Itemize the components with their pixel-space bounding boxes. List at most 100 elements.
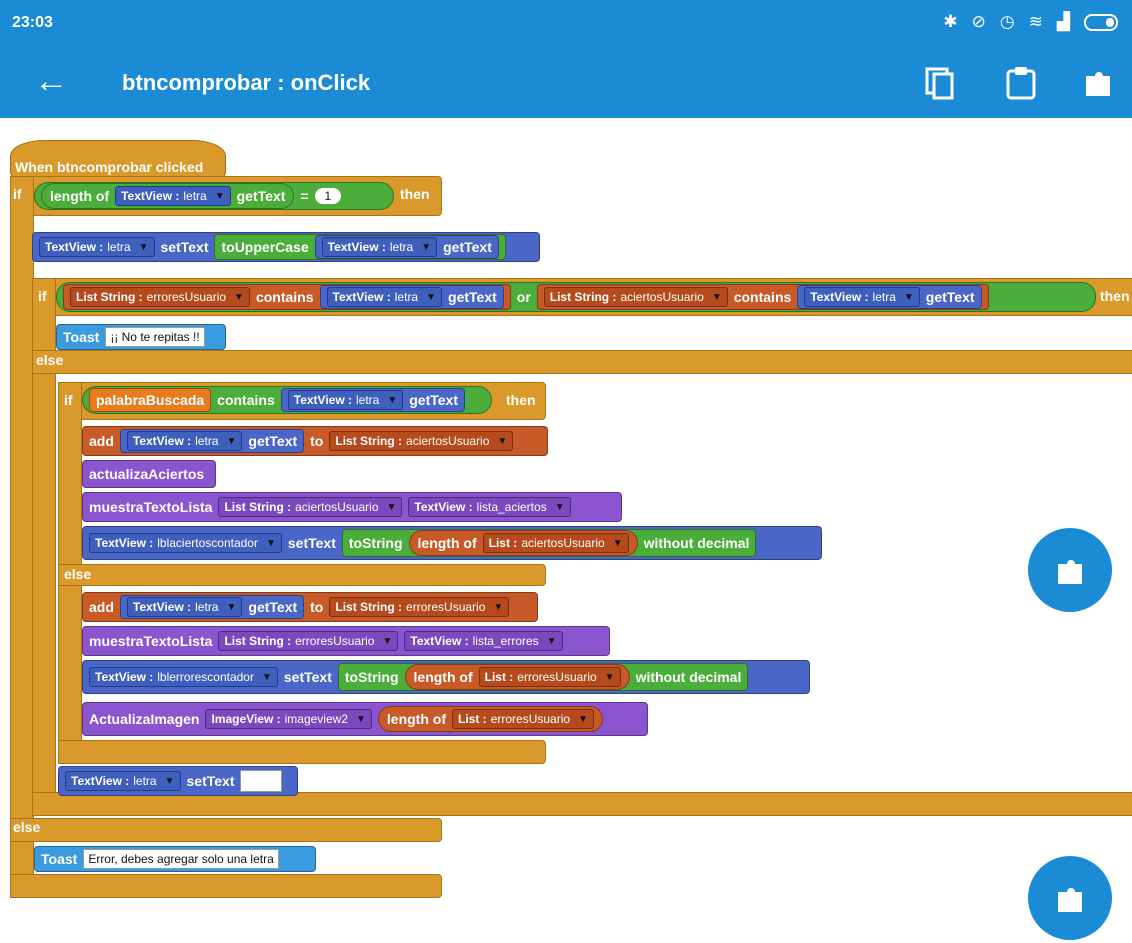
clipboard-icon[interactable]	[1004, 66, 1038, 100]
procedure-label: actualizaAciertos	[89, 466, 205, 482]
or-condition[interactable]: List String : erroresUsuario ▼ contains Te…	[56, 282, 1096, 312]
imageview-dropdown[interactable]: ImageView : imageview2 ▼	[205, 709, 372, 729]
do-not-disturb-icon: ⊘	[971, 12, 986, 31]
var-label: letra	[394, 290, 419, 304]
type-label: TextView :	[71, 774, 130, 788]
gettext-block[interactable]: TextView : letra ▼ getText	[280, 388, 465, 412]
list-errores-dropdown[interactable]: List String : erroresUsuario ▼	[218, 631, 399, 651]
event-hat-block[interactable]: When btncomprobar clicked	[10, 140, 226, 178]
gettext-block[interactable]: TextView : letra ▼ getText	[119, 429, 305, 453]
add-label: add	[89, 599, 114, 615]
length-of-list-block[interactable]: length of List : erroresUsuario ▼	[377, 706, 603, 732]
blocks-canvas[interactable]: When btncomprobar clicked if else length…	[0, 118, 1132, 943]
arrow-left-icon[interactable]: ←	[34, 64, 68, 98]
textview-lblaciertos-dropdown[interactable]: TextView : lblaciertoscontador ▼	[89, 533, 282, 553]
dropdown-icon: ▼	[604, 671, 615, 683]
settext-aciertos-contador-block[interactable]: TextView : lblaciertoscontador ▼ setText t…	[82, 526, 822, 560]
var-label: lblaciertoscontador	[157, 536, 258, 550]
gettext-block[interactable]: TextView : letra ▼ getText	[119, 595, 305, 619]
textview-letra-dropdown[interactable]: TextView : letra ▼	[804, 287, 920, 307]
type-label: List String :	[76, 290, 143, 304]
touppercase-block[interactable]: toUpperCase TextView : letra ▼ getText	[214, 234, 506, 260]
var-label: lista_errores	[472, 634, 539, 648]
if-keyword: if	[13, 186, 22, 202]
settext-errores-contador-block[interactable]: TextView : lblerrorescontador ▼ setText to…	[82, 660, 810, 694]
length-of-label: length of	[417, 535, 477, 551]
textview-letra-dropdown[interactable]: TextView : letra ▼	[287, 390, 404, 410]
empty-text-input[interactable]	[240, 770, 283, 792]
get-text-label: getText	[448, 289, 497, 305]
toast-label: Toast	[63, 329, 100, 345]
palabra-contains-condition[interactable]: palabraBuscada contains TextView : letra ▼…	[82, 386, 492, 414]
textview-lblerrores-dropdown[interactable]: TextView : lblerrorescontador ▼	[89, 667, 278, 687]
length-equals-condition[interactable]: length of TextView : letra ▼ getText = 1	[34, 182, 394, 210]
textview-letra-dropdown[interactable]: TextView : letra ▼	[126, 597, 243, 617]
textview-lista-errores-dropdown[interactable]: TextView : lista_errores ▼	[404, 631, 563, 651]
type-label: TextView :	[327, 240, 386, 254]
puzzle-icon	[1058, 560, 1082, 584]
textview-letra-dropdown[interactable]: TextView : letra ▼	[126, 431, 243, 451]
number-one-input[interactable]: 1	[314, 188, 342, 204]
tostring-block[interactable]: toString length of List : erroresUsuario ▼…	[337, 663, 749, 691]
set-text-label: setText	[283, 669, 332, 685]
toast-block[interactable]: Toast Error, debes agregar solo una letr…	[34, 846, 316, 872]
add-to-list-block[interactable]: add TextView : letra ▼ getText to List Str…	[82, 592, 538, 622]
status-bar: 23:03 ✱ ⊘ ◷ ≋ ▟	[0, 0, 1132, 46]
var-label: letra	[183, 189, 207, 203]
list-errores-dropdown[interactable]: List String : erroresUsuario ▼	[329, 597, 510, 617]
list-aciertos-dropdown[interactable]: List String : aciertosUsuario ▼	[218, 497, 403, 517]
tostring-block[interactable]: toString length of List : aciertosUsuario…	[341, 529, 757, 557]
actualiza-imagen-block[interactable]: ActualizaImagen ImageView : imageview2 ▼ l…	[82, 702, 648, 736]
dropdown-icon: ▼	[382, 635, 393, 647]
add-to-list-block[interactable]: add TextView : letra ▼ getText to List Str…	[82, 426, 548, 456]
copy-icon[interactable]	[924, 66, 958, 100]
contains-block[interactable]: List String : aciertosUsuario ▼ contains T…	[536, 284, 989, 310]
toast-message-input[interactable]: Error, debes agregar solo una letra	[83, 849, 279, 869]
textview-letra-dropdown[interactable]: TextView : letra ▼	[115, 186, 231, 206]
type-label: List String :	[224, 634, 292, 648]
list-aciertos-dropdown[interactable]: List String : aciertosUsuario ▼	[329, 431, 514, 451]
gettext-block[interactable]: TextView : letra ▼ getText	[797, 285, 982, 309]
settext-uppercase-block[interactable]: TextView : letra ▼ setText toUpperCase Tex…	[32, 232, 540, 262]
textview-letra-dropdown[interactable]: TextView : letra ▼	[39, 237, 155, 257]
settext-letra-empty-block[interactable]: TextView : letra ▼ setText	[58, 766, 298, 796]
dropdown-icon: ▼	[214, 190, 225, 202]
list-errores-dropdown[interactable]: List : erroresUsuario ▼	[478, 667, 621, 687]
textview-letra-dropdown[interactable]: TextView : letra ▼	[65, 771, 181, 791]
gettext-block[interactable]: TextView : letra ▼ getText	[319, 285, 504, 309]
without-decimal-label: without decimal	[643, 535, 750, 551]
toast-message-input[interactable]: ¡¡ No te repitas !!	[105, 327, 205, 347]
to-label: to	[310, 599, 324, 615]
muestra-texto-lista-block[interactable]: muestraTextoLista List String : aciertosU…	[82, 492, 622, 522]
length-of-list-block[interactable]: length of List : aciertosUsuario ▼	[408, 530, 638, 556]
var-label: lista_aciertos	[476, 500, 547, 514]
list-aciertos-dropdown[interactable]: List : aciertosUsuario ▼	[482, 533, 629, 553]
inner-else-bar[interactable]	[32, 350, 1132, 374]
muestra-texto-lista-block[interactable]: muestraTextoLista List String : erroresUs…	[82, 626, 610, 656]
list-errores-dropdown[interactable]: List : erroresUsuario ▼	[452, 709, 594, 729]
add-block-fab[interactable]	[1028, 528, 1112, 612]
type-label: TextView :	[410, 634, 469, 648]
blocks-palette-fab[interactable]	[1028, 856, 1112, 940]
actualiza-aciertos-block[interactable]: actualizaAciertos	[82, 460, 216, 488]
list-errores-dropdown[interactable]: List String : erroresUsuario ▼	[70, 287, 250, 307]
dropdown-icon: ▼	[261, 671, 272, 683]
length-of-block[interactable]: length of TextView : letra ▼ getText	[41, 183, 295, 209]
outer-else-bar[interactable]	[10, 818, 442, 842]
contains-block[interactable]: List String : erroresUsuario ▼ contains Te…	[63, 284, 511, 310]
palabra-else-bar[interactable]	[58, 564, 546, 586]
textview-lista-aciertos-dropdown[interactable]: TextView : lista_aciertos ▼	[408, 497, 571, 517]
palabra-variable[interactable]: palabraBuscada	[89, 388, 212, 412]
dropdown-icon: ▼	[164, 775, 175, 787]
if-block-spine	[10, 176, 34, 898]
puzzle-icon[interactable]	[1082, 66, 1116, 100]
dropdown-icon: ▼	[426, 291, 437, 303]
length-of-list-block[interactable]: length of List : erroresUsuario ▼	[404, 664, 630, 690]
textview-letra-dropdown[interactable]: TextView : letra ▼	[326, 287, 443, 307]
gettext-block[interactable]: TextView : letra ▼ getText	[314, 235, 499, 259]
var-label: letra	[133, 774, 157, 788]
toast-block[interactable]: Toast ¡¡ No te repitas !!	[56, 324, 226, 350]
textview-letra-dropdown[interactable]: TextView : letra ▼	[321, 237, 438, 257]
dropdown-icon: ▼	[493, 601, 504, 613]
list-aciertos-dropdown[interactable]: List String : aciertosUsuario ▼	[543, 287, 728, 307]
